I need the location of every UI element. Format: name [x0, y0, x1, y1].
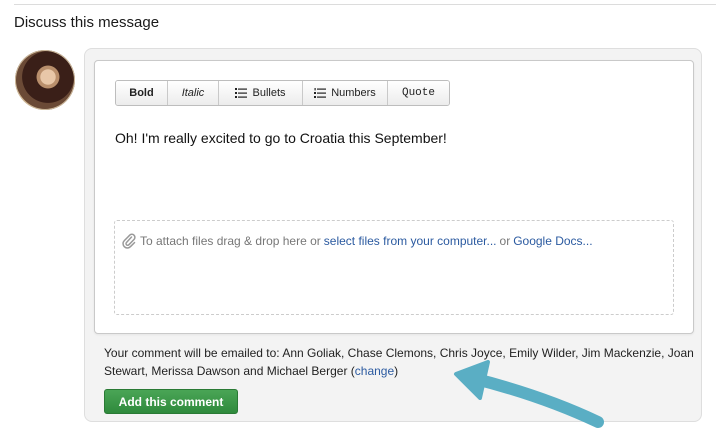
attach-dropzone[interactable]: To attach files drag & drop here or sele…	[114, 220, 674, 315]
user-avatar	[15, 50, 75, 110]
comment-text[interactable]: Oh! I'm really excited to go to Croatia …	[115, 130, 447, 146]
formatting-toolbar: Bold Italic Bullets Numbers Quote	[115, 80, 450, 106]
bullets-label: Bullets	[252, 87, 286, 99]
numbers-button[interactable]: Numbers	[303, 81, 388, 105]
section-title: Discuss this message	[14, 14, 160, 31]
add-comment-button[interactable]: Add this comment	[104, 389, 238, 414]
attach-prefix: To attach files drag & drop here or	[140, 234, 321, 248]
recipients-close: )	[394, 364, 399, 378]
pointer-arrow-icon	[454, 360, 604, 428]
numbered-list-icon	[314, 88, 327, 98]
numbers-label: Numbers	[331, 87, 376, 99]
italic-button[interactable]: Italic	[168, 81, 219, 105]
bold-button[interactable]: Bold	[116, 81, 168, 105]
comment-editor[interactable]: Bold Italic Bullets Numbers Quote Oh! I'…	[94, 60, 694, 334]
bulleted-list-icon	[235, 88, 248, 98]
attach-instructions: To attach files drag & drop here or sele…	[122, 233, 596, 249]
attach-or: or	[499, 234, 511, 248]
change-recipients-link[interactable]: change	[355, 364, 394, 378]
quote-button[interactable]: Quote	[388, 81, 449, 105]
google-docs-link[interactable]: Google Docs...	[513, 234, 592, 248]
paperclip-icon	[122, 233, 136, 249]
bullets-button[interactable]: Bullets	[219, 81, 303, 105]
top-divider	[14, 4, 716, 5]
select-files-link[interactable]: select files from your computer...	[324, 234, 497, 248]
